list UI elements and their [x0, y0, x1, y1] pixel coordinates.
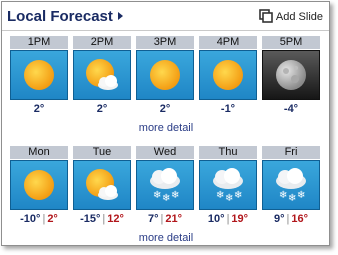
low-temp: -10° — [20, 213, 41, 225]
daily-item[interactable]: Mon -10° | 2° — [10, 146, 68, 225]
weather-tile — [73, 160, 131, 210]
hourly-item[interactable]: 1PM 2° — [10, 36, 68, 115]
weather-tile — [10, 50, 68, 100]
day-temps: 10° | 19° — [207, 213, 249, 225]
svg-text:❄: ❄ — [225, 193, 233, 204]
daily-more-detail-link[interactable]: more detail — [10, 232, 322, 244]
hourly-item[interactable]: 3PM 2° — [136, 36, 194, 115]
daily-forecast-row: Mon -10° | 2° Tue -15° | 12° Wed ❄ ❄ ❄ 7… — [10, 146, 322, 246]
sun-icon — [213, 60, 243, 90]
day-temps: -10° | 2° — [20, 213, 58, 225]
partly-cloudy-icon — [86, 169, 118, 200]
daily-item[interactable]: Fri ❄ ❄ ❄ 9° | 16° — [262, 146, 320, 225]
weather-tile: ❄ ❄ ❄ — [136, 160, 194, 210]
svg-text:❄: ❄ — [162, 193, 170, 204]
widget-title: Local Forecast — [7, 8, 113, 25]
snow-icon: ❄ ❄ ❄ — [276, 168, 306, 204]
hour-temp: 2° — [159, 103, 171, 115]
snow-icon: ❄ ❄ ❄ — [213, 168, 243, 204]
weather-tile — [262, 50, 320, 100]
hour-temp: -1° — [220, 103, 236, 115]
svg-text:❄: ❄ — [216, 190, 224, 201]
daily-item[interactable]: Tue -15° | 12° — [73, 146, 131, 225]
add-slide-button[interactable]: Add Slide — [259, 9, 323, 26]
high-temp: 21° — [165, 213, 183, 225]
sun-icon — [150, 60, 180, 90]
high-temp: 12° — [107, 213, 124, 225]
day-label: Fri — [262, 146, 320, 159]
svg-text:❄: ❄ — [234, 190, 242, 201]
day-temps: 7° | 21° — [147, 213, 183, 225]
low-temp: 7° — [147, 213, 159, 225]
low-temp: -15° — [80, 213, 101, 225]
caret-right-icon — [117, 12, 123, 20]
hourly-forecast-row: 1PM 2° 2PM 2° 3PM 2° 4PM -1° 5PM -4° mor… — [10, 36, 322, 136]
hour-label: 4PM — [199, 36, 257, 49]
day-label: Wed — [136, 146, 194, 159]
local-forecast-title-link[interactable]: Local Forecast — [7, 8, 123, 25]
hour-temp: 2° — [33, 103, 45, 115]
low-temp: 10° — [207, 213, 225, 225]
hour-temp: 2° — [96, 103, 108, 115]
weather-tile: ❄ ❄ ❄ — [199, 160, 257, 210]
local-forecast-widget: Local Forecast Add Slide 1PM 2° 2PM 2° 3… — [1, 1, 330, 246]
partly-cloudy-icon — [86, 59, 118, 90]
add-slide-icon — [259, 9, 273, 26]
hourly-item[interactable]: 4PM -1° — [199, 36, 257, 115]
day-temps: -15° | 12° — [80, 213, 124, 225]
daily-item[interactable]: Thu ❄ ❄ ❄ 10° | 19° — [199, 146, 257, 225]
add-slide-label: Add Slide — [275, 11, 323, 23]
sun-icon — [24, 60, 54, 90]
hourly-item[interactable]: 2PM 2° — [73, 36, 131, 115]
daily-item[interactable]: Wed ❄ ❄ ❄ 7° | 21° — [136, 146, 194, 225]
day-label: Mon — [10, 146, 68, 159]
high-temp: 19° — [231, 213, 249, 225]
svg-text:❄: ❄ — [288, 193, 296, 204]
hour-label: 2PM — [73, 36, 131, 49]
high-temp: 2° — [47, 213, 58, 225]
high-temp: 16° — [291, 213, 309, 225]
svg-text:❄: ❄ — [297, 190, 305, 201]
hourly-item[interactable]: 5PM -4° — [262, 36, 320, 115]
svg-text:❄: ❄ — [171, 190, 179, 201]
weather-tile — [10, 160, 68, 210]
day-label: Thu — [199, 146, 257, 159]
hour-temp: -4° — [283, 103, 299, 115]
moon-icon — [276, 60, 306, 90]
sun-icon — [24, 170, 54, 200]
hour-label: 1PM — [10, 36, 68, 49]
weather-tile: ❄ ❄ ❄ — [262, 160, 320, 210]
day-label: Tue — [73, 146, 131, 159]
weather-tile — [73, 50, 131, 100]
hour-label: 3PM — [136, 36, 194, 49]
svg-text:❄: ❄ — [279, 190, 287, 201]
weather-tile — [199, 50, 257, 100]
hour-label: 5PM — [262, 36, 320, 49]
widget-header: Local Forecast Add Slide — [2, 2, 329, 31]
snow-icon: ❄ ❄ ❄ — [150, 168, 180, 204]
svg-text:❄: ❄ — [153, 190, 161, 201]
day-temps: 9° | 16° — [273, 213, 309, 225]
weather-tile — [136, 50, 194, 100]
hourly-more-detail-link[interactable]: more detail — [10, 122, 322, 134]
low-temp: 9° — [273, 213, 285, 225]
